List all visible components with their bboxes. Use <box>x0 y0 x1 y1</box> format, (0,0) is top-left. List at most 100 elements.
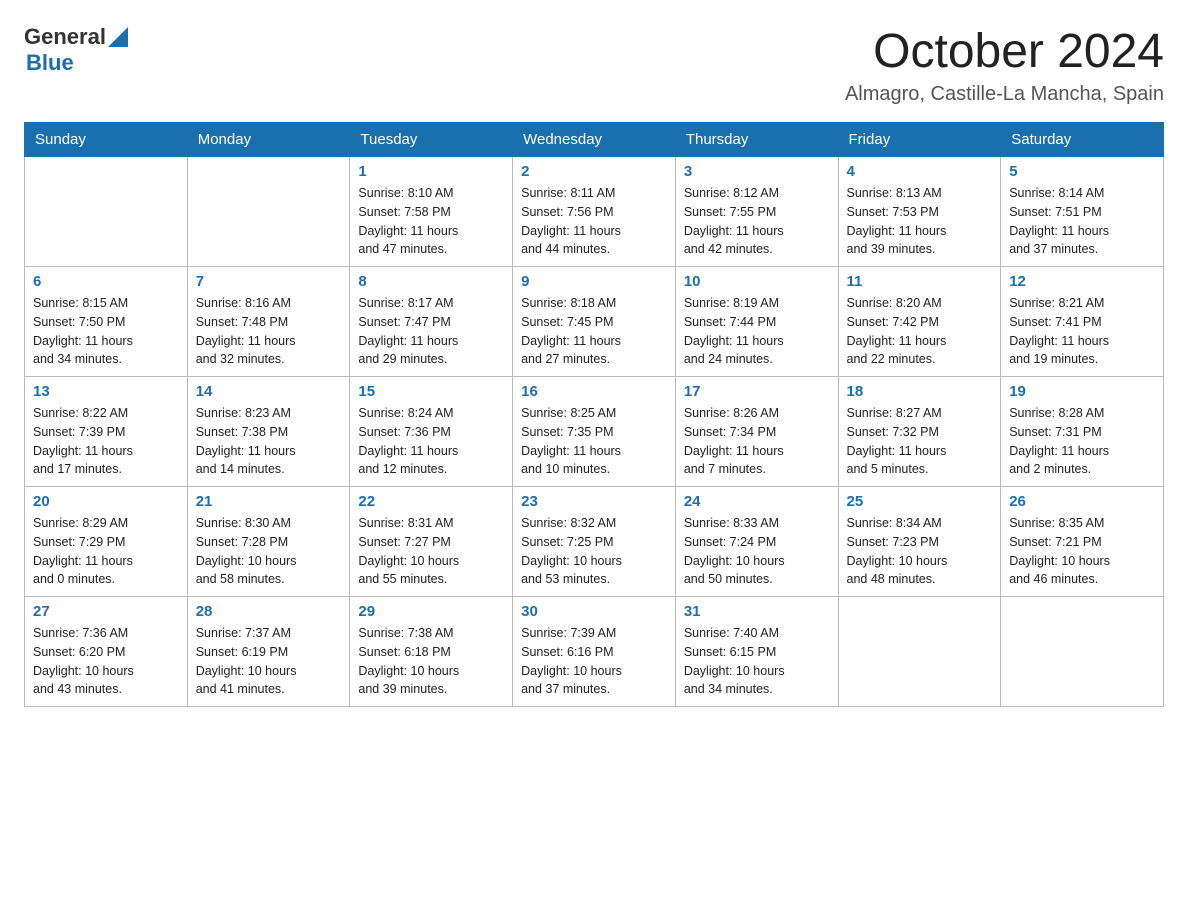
calendar-day-cell: 10 Sunrise: 8:19 AM Sunset: 7:44 PM Dayli… <box>675 267 838 377</box>
day-number: 28 <box>196 603 342 620</box>
day-number: 30 <box>521 603 667 620</box>
day-number: 25 <box>847 493 993 510</box>
calendar-day-cell: 8 Sunrise: 8:17 AM Sunset: 7:47 PM Daylig… <box>350 267 513 377</box>
day-number: 11 <box>847 273 993 290</box>
day-number: 5 <box>1009 163 1155 180</box>
day-number: 10 <box>684 273 830 290</box>
day-info: Sunrise: 8:10 AM Sunset: 7:58 PM Dayligh… <box>358 184 504 259</box>
day-info: Sunrise: 8:32 AM Sunset: 7:25 PM Dayligh… <box>521 514 667 589</box>
day-info: Sunrise: 8:27 AM Sunset: 7:32 PM Dayligh… <box>847 404 993 479</box>
day-info: Sunrise: 8:23 AM Sunset: 7:38 PM Dayligh… <box>196 404 342 479</box>
day-info: Sunrise: 7:40 AM Sunset: 6:15 PM Dayligh… <box>684 624 830 699</box>
calendar-day-cell: 6 Sunrise: 8:15 AM Sunset: 7:50 PM Daylig… <box>25 267 188 377</box>
calendar-day-cell <box>838 597 1001 707</box>
day-number: 4 <box>847 163 993 180</box>
calendar-day-cell: 23 Sunrise: 8:32 AM Sunset: 7:25 PM Dayli… <box>513 487 676 597</box>
location-title: Almagro, Castille-La Mancha, Spain <box>845 83 1164 106</box>
calendar-day-cell: 28 Sunrise: 7:37 AM Sunset: 6:19 PM Dayli… <box>187 597 350 707</box>
day-info: Sunrise: 8:24 AM Sunset: 7:36 PM Dayligh… <box>358 404 504 479</box>
day-number: 22 <box>358 493 504 510</box>
day-info: Sunrise: 7:38 AM Sunset: 6:18 PM Dayligh… <box>358 624 504 699</box>
day-number: 20 <box>33 493 179 510</box>
day-info: Sunrise: 8:22 AM Sunset: 7:39 PM Dayligh… <box>33 404 179 479</box>
day-number: 6 <box>33 273 179 290</box>
calendar-day-cell: 22Sunrise: 8:31 AM Sunset: 7:27 PM Dayli… <box>350 487 513 597</box>
day-number: 12 <box>1009 273 1155 290</box>
day-number: 15 <box>358 383 504 400</box>
calendar-day-cell: 5 Sunrise: 8:14 AM Sunset: 7:51 PM Daylig… <box>1001 157 1164 267</box>
day-number: 8 <box>358 273 504 290</box>
calendar-day-cell: 11 Sunrise: 8:20 AM Sunset: 7:42 PM Dayli… <box>838 267 1001 377</box>
calendar-day-cell <box>1001 597 1164 707</box>
weekday-header-cell: Sunday <box>25 123 188 157</box>
day-info: Sunrise: 8:13 AM Sunset: 7:53 PM Dayligh… <box>847 184 993 259</box>
calendar-day-cell: 24Sunrise: 8:33 AM Sunset: 7:24 PM Dayli… <box>675 487 838 597</box>
calendar-day-cell: 29Sunrise: 7:38 AM Sunset: 6:18 PM Dayli… <box>350 597 513 707</box>
day-info: Sunrise: 8:20 AM Sunset: 7:42 PM Dayligh… <box>847 294 993 369</box>
logo-arrow-icon <box>108 27 128 47</box>
day-number: 17 <box>684 383 830 400</box>
calendar-day-cell <box>25 157 188 267</box>
calendar-day-cell: 2Sunrise: 8:11 AM Sunset: 7:56 PM Daylig… <box>513 157 676 267</box>
weekday-header-cell: Saturday <box>1001 123 1164 157</box>
day-info: Sunrise: 8:34 AM Sunset: 7:23 PM Dayligh… <box>847 514 993 589</box>
calendar-day-cell: 21 Sunrise: 8:30 AM Sunset: 7:28 PM Dayli… <box>187 487 350 597</box>
day-number: 19 <box>1009 383 1155 400</box>
logo-general: General <box>24 24 106 50</box>
day-info: Sunrise: 8:19 AM Sunset: 7:44 PM Dayligh… <box>684 294 830 369</box>
calendar-day-cell: 19 Sunrise: 8:28 AM Sunset: 7:31 PM Dayli… <box>1001 377 1164 487</box>
day-info: Sunrise: 8:28 AM Sunset: 7:31 PM Dayligh… <box>1009 404 1155 479</box>
day-info: Sunrise: 8:16 AM Sunset: 7:48 PM Dayligh… <box>196 294 342 369</box>
title-block: October 2024 Almagro, Castille-La Mancha… <box>845 24 1164 106</box>
calendar-day-cell: 27 Sunrise: 7:36 AM Sunset: 6:20 PM Dayli… <box>25 597 188 707</box>
day-info: Sunrise: 8:14 AM Sunset: 7:51 PM Dayligh… <box>1009 184 1155 259</box>
calendar-week-row: 20 Sunrise: 8:29 AM Sunset: 7:29 PM Dayli… <box>25 487 1164 597</box>
calendar-day-cell: 9 Sunrise: 8:18 AM Sunset: 7:45 PM Daylig… <box>513 267 676 377</box>
day-info: Sunrise: 7:36 AM Sunset: 6:20 PM Dayligh… <box>33 624 179 699</box>
weekday-header-cell: Friday <box>838 123 1001 157</box>
calendar-day-cell: 13Sunrise: 8:22 AM Sunset: 7:39 PM Dayli… <box>25 377 188 487</box>
page-header: General Blue October 2024 Almagro, Casti… <box>24 24 1164 106</box>
day-info: Sunrise: 8:29 AM Sunset: 7:29 PM Dayligh… <box>33 514 179 589</box>
day-info: Sunrise: 7:39 AM Sunset: 6:16 PM Dayligh… <box>521 624 667 699</box>
day-number: 18 <box>847 383 993 400</box>
calendar-table: SundayMondayTuesdayWednesdayThursdayFrid… <box>24 122 1164 707</box>
day-number: 1 <box>358 163 504 180</box>
day-number: 2 <box>521 163 667 180</box>
weekday-header-cell: Wednesday <box>513 123 676 157</box>
calendar-day-cell: 25 Sunrise: 8:34 AM Sunset: 7:23 PM Dayli… <box>838 487 1001 597</box>
day-number: 16 <box>521 383 667 400</box>
calendar-week-row: 13Sunrise: 8:22 AM Sunset: 7:39 PM Dayli… <box>25 377 1164 487</box>
day-info: Sunrise: 8:26 AM Sunset: 7:34 PM Dayligh… <box>684 404 830 479</box>
day-number: 21 <box>196 493 342 510</box>
day-number: 14 <box>196 383 342 400</box>
calendar-day-cell: 14 Sunrise: 8:23 AM Sunset: 7:38 PM Dayli… <box>187 377 350 487</box>
day-info: Sunrise: 8:33 AM Sunset: 7:24 PM Dayligh… <box>684 514 830 589</box>
weekday-header-cell: Tuesday <box>350 123 513 157</box>
day-number: 3 <box>684 163 830 180</box>
weekday-header-cell: Thursday <box>675 123 838 157</box>
day-info: Sunrise: 8:18 AM Sunset: 7:45 PM Dayligh… <box>521 294 667 369</box>
calendar-day-cell: 4 Sunrise: 8:13 AM Sunset: 7:53 PM Daylig… <box>838 157 1001 267</box>
day-number: 23 <box>521 493 667 510</box>
calendar-day-cell: 18 Sunrise: 8:27 AM Sunset: 7:32 PM Dayli… <box>838 377 1001 487</box>
calendar-day-cell: 12 Sunrise: 8:21 AM Sunset: 7:41 PM Dayli… <box>1001 267 1164 377</box>
calendar-day-cell: 15 Sunrise: 8:24 AM Sunset: 7:36 PM Dayli… <box>350 377 513 487</box>
calendar-day-cell: 26 Sunrise: 8:35 AM Sunset: 7:21 PM Dayli… <box>1001 487 1164 597</box>
day-info: Sunrise: 7:37 AM Sunset: 6:19 PM Dayligh… <box>196 624 342 699</box>
calendar-day-cell: 16Sunrise: 8:25 AM Sunset: 7:35 PM Dayli… <box>513 377 676 487</box>
day-info: Sunrise: 8:21 AM Sunset: 7:41 PM Dayligh… <box>1009 294 1155 369</box>
day-number: 27 <box>33 603 179 620</box>
day-info: Sunrise: 8:35 AM Sunset: 7:21 PM Dayligh… <box>1009 514 1155 589</box>
day-info: Sunrise: 8:15 AM Sunset: 7:50 PM Dayligh… <box>33 294 179 369</box>
calendar-week-row: 27 Sunrise: 7:36 AM Sunset: 6:20 PM Dayli… <box>25 597 1164 707</box>
day-info: Sunrise: 8:30 AM Sunset: 7:28 PM Dayligh… <box>196 514 342 589</box>
day-number: 26 <box>1009 493 1155 510</box>
weekday-header-row: SundayMondayTuesdayWednesdayThursdayFrid… <box>25 123 1164 157</box>
day-number: 7 <box>196 273 342 290</box>
day-number: 9 <box>521 273 667 290</box>
calendar-day-cell <box>187 157 350 267</box>
calendar-day-cell: 20 Sunrise: 8:29 AM Sunset: 7:29 PM Dayli… <box>25 487 188 597</box>
day-info: Sunrise: 8:17 AM Sunset: 7:47 PM Dayligh… <box>358 294 504 369</box>
calendar-day-cell: 1 Sunrise: 8:10 AM Sunset: 7:58 PM Daylig… <box>350 157 513 267</box>
